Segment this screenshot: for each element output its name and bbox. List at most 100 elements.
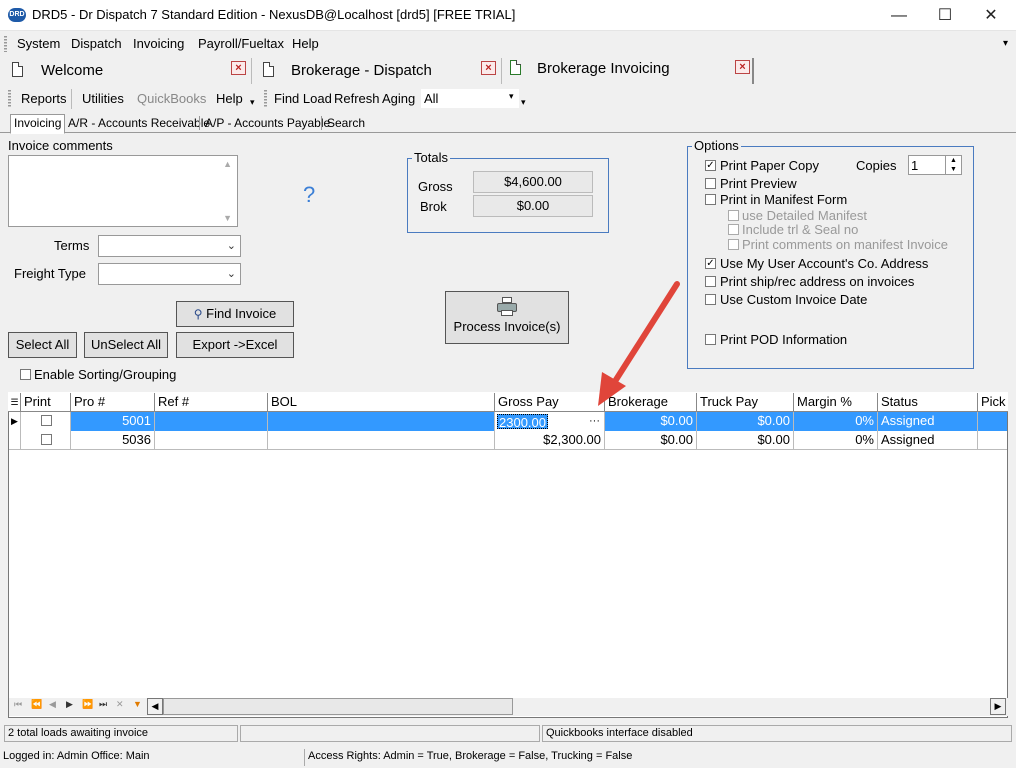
last-record-icon[interactable]: ⏭ <box>99 699 107 710</box>
row-print-checkbox[interactable] <box>41 415 52 426</box>
toolbar-grip-handle[interactable] <box>264 90 267 108</box>
maximize-button[interactable]: ☐ <box>922 0 968 31</box>
row-print-checkbox[interactable] <box>41 434 52 445</box>
col-ref[interactable]: Ref # <box>155 393 268 412</box>
print-pod-checkbox[interactable] <box>705 334 716 345</box>
cancel-icon[interactable]: ✕ <box>116 699 124 710</box>
tab-invoicing[interactable]: Invoicing <box>10 114 66 134</box>
tab-accounts-payable[interactable]: A/P - Accounts Payable <box>205 116 330 130</box>
ellipsis-button[interactable]: ··· <box>589 412 600 430</box>
custom-date-checkbox[interactable] <box>705 294 716 305</box>
menu-dispatch[interactable]: Dispatch <box>71 36 122 51</box>
toolbar-overflow-icon[interactable]: ▾ <box>521 97 526 108</box>
scroll-down-icon[interactable]: ▼ <box>223 213 232 223</box>
col-pro[interactable]: Pro # <box>71 393 155 412</box>
margin-cell[interactable]: 0% <box>794 431 878 450</box>
next-record-icon[interactable]: ▶ <box>66 699 73 710</box>
ref-cell[interactable] <box>155 431 268 450</box>
close-tab-icon[interactable]: × <box>481 61 496 75</box>
help-question-icon[interactable]: ? <box>303 182 315 208</box>
pro-cell[interactable]: 5036 <box>71 431 155 450</box>
spin-arrows-icon[interactable]: ▲ ▼ <box>945 156 961 174</box>
menu-help[interactable]: Help <box>292 36 319 51</box>
include-trl-seal-checkbox[interactable] <box>728 224 739 235</box>
next-page-icon[interactable]: ⏩ <box>82 699 93 710</box>
quickbooks-button[interactable]: QuickBooks <box>137 91 206 106</box>
table-row[interactable]: 5036 $2,300.00 $0.00 $0.00 0% Assigned <box>9 431 1007 450</box>
close-tab-icon[interactable]: × <box>231 61 246 75</box>
pick-cell[interactable] <box>978 412 1007 431</box>
truck-pay-cell[interactable]: $0.00 <box>697 412 794 431</box>
brokerage-cell[interactable]: $0.00 <box>605 431 697 450</box>
prev-record-icon[interactable]: ◀ <box>49 699 56 710</box>
col-print[interactable]: Print <box>21 393 71 412</box>
doc-tab-welcome[interactable] <box>0 58 252 84</box>
print-comments-manifest-checkbox[interactable] <box>728 239 739 250</box>
col-margin[interactable]: Margin % <box>794 393 878 412</box>
unselect-all-button[interactable]: UnSelect All <box>84 332 168 358</box>
toolbar-overflow-icon[interactable]: ▾ <box>250 97 255 108</box>
print-cell[interactable] <box>21 412 71 431</box>
close-window-button[interactable]: ✕ <box>968 0 1014 31</box>
menu-grip-handle[interactable] <box>4 36 7 52</box>
print-manifest-checkbox[interactable] <box>705 194 716 205</box>
use-user-account-checkbox[interactable]: ✓ <box>705 258 716 269</box>
col-gross-pay[interactable]: Gross Pay <box>495 393 605 412</box>
utilities-button[interactable]: Utilities <box>82 91 124 106</box>
invoice-comments-textarea[interactable]: ▲ ▼ <box>8 155 238 227</box>
ref-cell[interactable] <box>155 412 268 431</box>
menu-overflow-icon[interactable]: ▾ <box>1003 38 1008 49</box>
col-truck-pay[interactable]: Truck Pay <box>697 393 794 412</box>
menu-payroll-fueltax[interactable]: Payroll/Fueltax <box>198 36 284 51</box>
gross-pay-cell[interactable]: $2,300.00 <box>495 431 605 450</box>
pick-cell[interactable] <box>978 431 1007 450</box>
find-load-button[interactable]: Find Load <box>274 91 332 106</box>
scroll-right-button[interactable]: ▶ <box>990 698 1006 715</box>
scroll-up-icon[interactable]: ▲ <box>223 159 232 169</box>
print-preview-checkbox[interactable] <box>705 178 716 189</box>
print-paper-copy-checkbox[interactable]: ✓ <box>705 160 716 171</box>
prev-page-icon[interactable]: ⏪ <box>31 699 42 710</box>
help-button[interactable]: Help <box>216 91 243 106</box>
status-cell[interactable]: Assigned <box>878 412 978 431</box>
col-status[interactable]: Status <box>878 393 978 412</box>
terms-select[interactable]: ⌄ <box>98 235 241 257</box>
gross-pay-editor[interactable]: 2300.00 ··· <box>495 412 605 431</box>
margin-cell[interactable]: 0% <box>794 412 878 431</box>
detailed-manifest-checkbox[interactable] <box>728 210 739 221</box>
menu-invoicing[interactable]: Invoicing <box>133 36 184 51</box>
table-row[interactable]: ▶ 5001 2300.00 ··· $0.00 $0.00 0% Assign… <box>9 412 1007 431</box>
menu-system[interactable]: System <box>17 36 60 51</box>
copies-spinner[interactable]: 1 ▲ ▼ <box>908 155 962 175</box>
process-invoices-button[interactable]: Process Invoice(s) <box>445 291 569 344</box>
filter-icon[interactable]: ▼ <box>133 699 142 709</box>
brokerage-cell[interactable]: $0.00 <box>605 412 697 431</box>
status-cell[interactable]: Assigned <box>878 431 978 450</box>
tab-accounts-receivable[interactable]: A/R - Accounts Receivable <box>68 116 210 130</box>
minimize-button[interactable]: — <box>876 0 922 31</box>
truck-pay-cell[interactable]: $0.00 <box>697 431 794 450</box>
select-all-button[interactable]: Select All <box>8 332 77 358</box>
refresh-button[interactable]: Refresh <box>334 91 380 106</box>
horizontal-scroll-thumb[interactable] <box>163 698 513 715</box>
close-tab-icon[interactable]: × <box>735 60 750 74</box>
reports-button[interactable]: Reports <box>21 91 67 106</box>
pro-cell[interactable]: 5001 <box>71 412 155 431</box>
col-pick[interactable]: Pick <box>978 393 1007 412</box>
tab-search[interactable]: Search <box>327 116 365 130</box>
export-excel-button[interactable]: Export ->Excel <box>176 332 294 358</box>
print-ship-rec-checkbox[interactable] <box>705 276 716 287</box>
grid-menu-icon[interactable]: ☰ <box>9 393 21 412</box>
find-invoice-button[interactable]: ⚲ Find Invoice <box>176 301 294 327</box>
scroll-left-button[interactable]: ◀ <box>147 698 163 715</box>
bol-cell[interactable] <box>268 412 495 431</box>
enable-sorting-checkbox[interactable] <box>20 369 31 380</box>
gross-pay-input[interactable]: 2300.00 <box>497 414 548 430</box>
toolbar-grip-handle[interactable] <box>8 90 11 108</box>
aging-select[interactable]: All ▾ <box>421 89 519 108</box>
print-cell[interactable] <box>21 431 71 450</box>
freight-type-select[interactable]: ⌄ <box>98 263 241 285</box>
bol-cell[interactable] <box>268 431 495 450</box>
col-bol[interactable]: BOL <box>268 393 495 412</box>
first-record-icon[interactable]: ⏮ <box>14 699 22 710</box>
